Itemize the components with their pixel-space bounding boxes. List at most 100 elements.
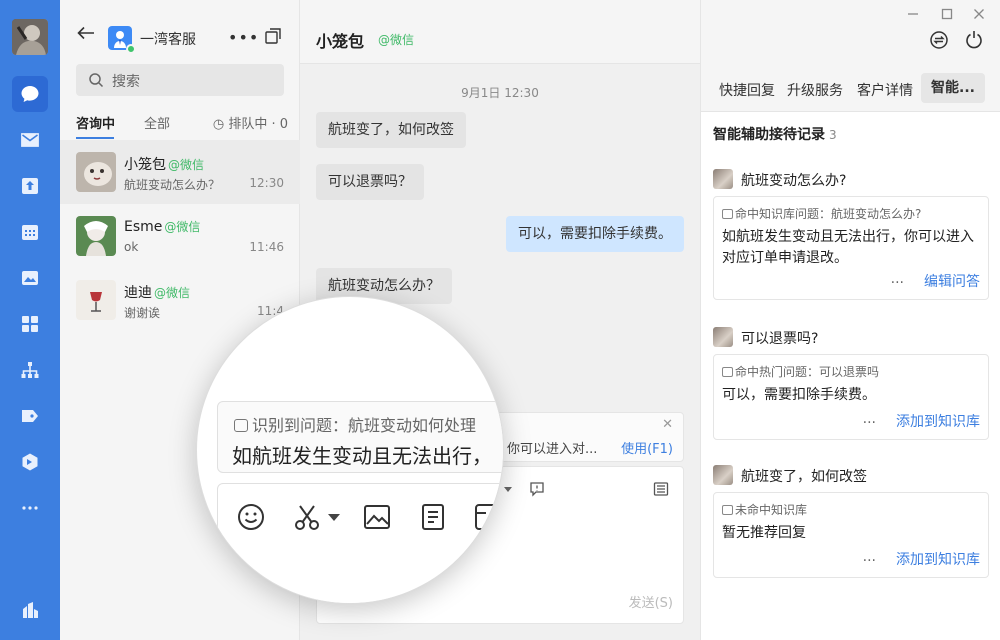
record-answer: 可以，需要扣除手续费。 bbox=[722, 387, 876, 403]
contact-channel: @微信 bbox=[168, 158, 205, 172]
cube-nav-icon[interactable] bbox=[12, 444, 48, 480]
search-input[interactable]: 搜索 bbox=[112, 71, 140, 91]
file-icon[interactable] bbox=[472, 502, 502, 532]
emoji-icon[interactable] bbox=[236, 502, 266, 532]
last-message: 谢谢诶 bbox=[124, 306, 161, 320]
conversation-tabs: 咨询中 全部 ◷ 排队中 · 0 bbox=[60, 108, 300, 140]
message-bubble-outgoing: 可以，需要扣除手续费。 bbox=[506, 216, 684, 252]
image-icon[interactable] bbox=[362, 502, 392, 532]
tab-quick-reply[interactable]: 快捷回复 bbox=[719, 80, 775, 100]
hint-text: 命中热门问题：可以退票吗 bbox=[735, 365, 880, 379]
record-more-icon[interactable]: ··· bbox=[863, 415, 876, 431]
tab-smart-assist[interactable]: 智能... bbox=[921, 73, 985, 103]
contact-avatar bbox=[76, 152, 116, 192]
contact-name: 小笼包 @微信 bbox=[124, 154, 204, 174]
last-message: ok bbox=[124, 240, 139, 254]
contact-avatar bbox=[76, 280, 116, 320]
upload-nav-icon[interactable] bbox=[12, 168, 48, 204]
chat-contact-channel: @微信 bbox=[378, 33, 415, 47]
apps-nav-icon[interactable] bbox=[12, 306, 48, 342]
tab-upgrade-service[interactable]: 升级服务 bbox=[787, 80, 843, 100]
send-button[interactable]: 发送(S) bbox=[629, 592, 673, 611]
record-more-icon[interactable]: ··· bbox=[891, 275, 904, 291]
queue-label: 排队中 · 0 bbox=[228, 117, 288, 132]
more-nav-icon[interactable] bbox=[12, 490, 48, 526]
new-window-icon[interactable] bbox=[265, 28, 281, 44]
clock-icon: ◷ bbox=[212, 117, 229, 132]
conversation-item[interactable]: Esme @微信 ok 11:46 bbox=[60, 204, 300, 268]
contact-avatar bbox=[76, 216, 116, 256]
record-answer: 如航班发生变动且无法出行，你可以进入对应订单申请退改。 bbox=[722, 229, 974, 266]
search-icon bbox=[89, 73, 104, 88]
add-to-kb-button[interactable]: 添加到知识库 bbox=[896, 549, 980, 569]
maximize-icon[interactable] bbox=[939, 6, 955, 22]
tab-consulting[interactable]: 咨询中 bbox=[76, 113, 115, 132]
edit-qa-button[interactable]: 编辑问答 bbox=[924, 271, 980, 291]
contact-name: Esme @微信 bbox=[124, 218, 200, 235]
message-time: 12:30 bbox=[249, 176, 284, 190]
mail-nav-icon[interactable] bbox=[12, 122, 48, 158]
suggestion-text: 你可以进入对... bbox=[507, 442, 598, 457]
hint-text: 未命中知识库 bbox=[735, 503, 808, 517]
question-text: 航班变了，如何改签 bbox=[741, 469, 867, 485]
transfer-icon[interactable] bbox=[929, 30, 949, 50]
comment-icon[interactable] bbox=[529, 481, 545, 497]
close-window-icon[interactable] bbox=[971, 6, 987, 22]
magnified-answer: 如航班发生变动且无法出行， bbox=[232, 444, 492, 468]
queue-status[interactable]: ◷ 排队中 · 0 bbox=[213, 113, 288, 132]
record-card: 命中热门问题：可以退票吗 可以，需要扣除手续费。 ··· 添加到知识库 bbox=[713, 354, 989, 440]
assist-record: 航班变了，如何改签 未命中知识库 暂无推荐回复 ··· 添加到知识库 bbox=[713, 464, 989, 580]
record-more-icon[interactable]: ··· bbox=[863, 553, 876, 569]
customer-avatar bbox=[713, 327, 733, 347]
zoom-magnifier: 识别到问题：航班变动如何处理 如航班发生变动且无法出行， bbox=[196, 296, 504, 604]
record-hint: 未命中知识库 bbox=[722, 501, 807, 518]
org-nav-icon[interactable] bbox=[12, 352, 48, 388]
last-message: 航班变动怎么办？ bbox=[124, 178, 221, 192]
scissors-dropdown-icon[interactable] bbox=[326, 502, 342, 532]
robot-icon bbox=[722, 505, 733, 515]
assist-panel: 快捷回复 升级服务 客户详情 智能... 智能辅助接待记录 3 航班变动怎么办? … bbox=[700, 0, 1000, 640]
tag-nav-icon[interactable] bbox=[12, 398, 48, 434]
active-tab-indicator bbox=[76, 137, 114, 139]
chat-nav-icon[interactable] bbox=[12, 76, 48, 112]
conversation-item[interactable]: 小笼包 @微信 航班变动怎么办？ 12:30 bbox=[60, 140, 300, 204]
back-arrow-icon[interactable] bbox=[77, 26, 95, 40]
minimize-icon[interactable] bbox=[905, 6, 921, 22]
record-card: 命中知识库问题：航班变动怎么办? 如航班发生变动且无法出行，你可以进入对应订单申… bbox=[713, 196, 989, 300]
history-list-icon[interactable] bbox=[653, 481, 669, 497]
assist-top-bar bbox=[701, 0, 1000, 64]
robot-icon bbox=[722, 367, 733, 377]
assist-record-count: 3 bbox=[829, 128, 837, 142]
assist-record: 航班变动怎么办? 命中知识库问题：航班变动怎么办? 如航班发生变动且无法出行，你… bbox=[713, 168, 989, 304]
stats-nav-icon[interactable] bbox=[12, 260, 48, 296]
contact-channel: @微信 bbox=[164, 220, 201, 234]
message-bubble: 航班变了，如何改签 bbox=[316, 112, 466, 148]
magnified-suggestion: 识别到问题：航班变动如何处理 如航班发生变动且无法出行， bbox=[217, 401, 503, 473]
assist-tabs: 快捷回复 升级服务 客户详情 智能... bbox=[701, 64, 1000, 112]
agent-avatar bbox=[108, 26, 136, 54]
tab-customer-details[interactable]: 客户详情 bbox=[857, 80, 913, 100]
online-status-dot bbox=[126, 44, 136, 54]
search-box[interactable]: 搜索 bbox=[76, 64, 284, 96]
record-card: 未命中知识库 暂无推荐回复 ··· 添加到知识库 bbox=[713, 492, 989, 578]
close-suggestion-icon[interactable]: ✕ bbox=[662, 417, 673, 432]
contact-name-text: 迪迪 bbox=[124, 285, 152, 301]
home-nav-icon[interactable] bbox=[12, 592, 48, 628]
message-timestamp: 9月1日 12:30 bbox=[461, 86, 539, 100]
screenshot-scissors-icon[interactable] bbox=[292, 502, 322, 532]
message-bubble: 可以退票吗？ bbox=[316, 164, 424, 200]
dropdown-arrow-icon[interactable] bbox=[503, 481, 513, 497]
user-avatar[interactable] bbox=[12, 19, 48, 55]
power-icon[interactable] bbox=[964, 29, 984, 49]
use-suggestion-button[interactable]: 使用(F1) bbox=[621, 438, 673, 457]
more-options-icon[interactable]: ••• bbox=[228, 28, 259, 47]
record-answer: 暂无推荐回复 bbox=[722, 525, 806, 541]
assist-title-text: 智能辅助接待记录 bbox=[713, 127, 825, 143]
document-icon[interactable] bbox=[418, 502, 448, 532]
add-to-kb-button[interactable]: 添加到知识库 bbox=[896, 411, 980, 431]
tab-all[interactable]: 全部 bbox=[144, 113, 170, 132]
assist-record: 可以退票吗? 命中热门问题：可以退票吗 可以，需要扣除手续费。 ··· 添加到知… bbox=[713, 326, 989, 442]
contact-channel: @微信 bbox=[154, 286, 191, 300]
calendar-nav-icon[interactable] bbox=[12, 214, 48, 250]
chat-contact-name: 小笼包 bbox=[316, 32, 365, 51]
